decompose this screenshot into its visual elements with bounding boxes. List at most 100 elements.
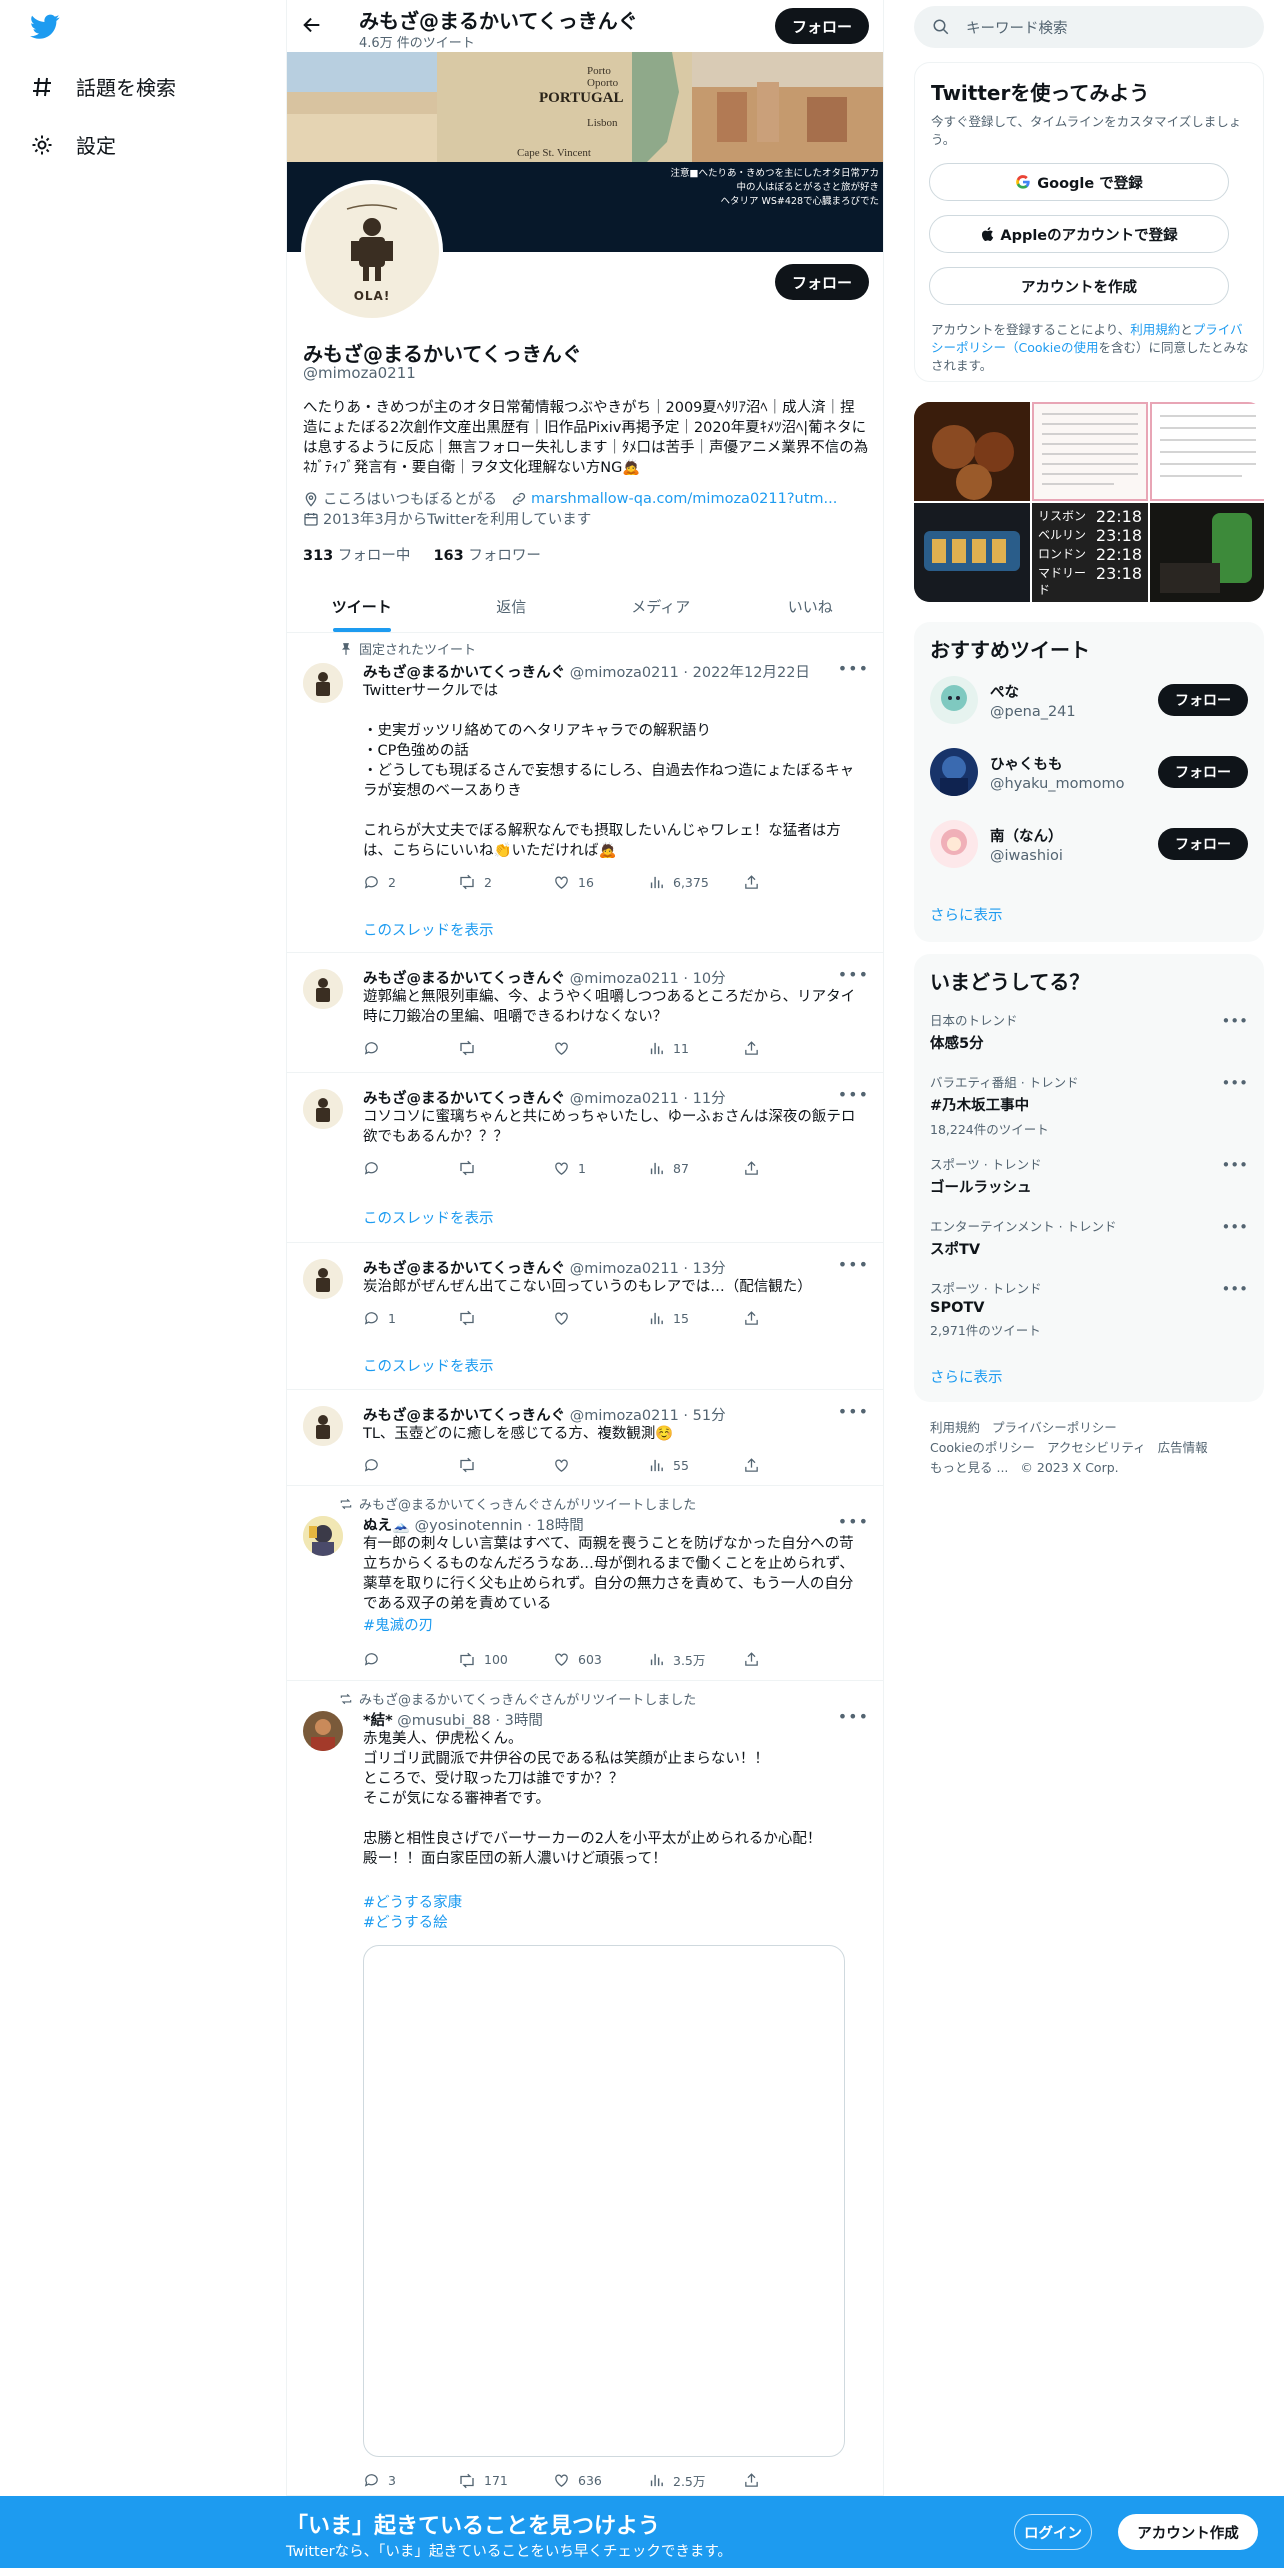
- nav-explore[interactable]: 話題を検索: [30, 72, 176, 101]
- tweet-media[interactable]: [363, 1945, 845, 2457]
- avatar[interactable]: [303, 969, 343, 1009]
- tweet[interactable]: みもざ@まるかいてくっきんぐ @mimoza0211 · 13分 ••• 炭治郎…: [287, 1243, 883, 1390]
- share-button[interactable]: [743, 1039, 760, 1057]
- rt-button[interactable]: [458, 1309, 553, 1327]
- terms-link[interactable]: 利用規約: [1130, 322, 1180, 337]
- more-icon[interactable]: •••: [1221, 1156, 1248, 1174]
- share-button[interactable]: [743, 1456, 760, 1474]
- views-button[interactable]: 87: [648, 1159, 743, 1177]
- tab-replies[interactable]: 返信: [437, 580, 587, 632]
- like-button[interactable]: [553, 1039, 648, 1057]
- media-thumb[interactable]: [914, 402, 1030, 501]
- create-account-button[interactable]: アカウントを作成: [929, 267, 1229, 305]
- show-thread-link[interactable]: このスレッドを表示: [363, 1207, 494, 1228]
- google-signup-button[interactable]: Google で登録: [929, 163, 1229, 201]
- hashtag-link[interactable]: #どうする絵: [363, 1913, 863, 1933]
- tab-likes[interactable]: いいね: [736, 580, 884, 632]
- footer-link[interactable]: プライバシーポリシー: [992, 1420, 1117, 1435]
- tweet[interactable]: みもざ@まるかいてくっきんぐさんがリツイートしました *結* @musubi_8…: [287, 1681, 883, 2496]
- wtf-show-more[interactable]: さらに表示: [930, 904, 1003, 925]
- views-button[interactable]: 6,375: [648, 873, 743, 891]
- trend-item[interactable]: スポーツ · トレンド ゴールラッシュ •••: [930, 1154, 1248, 1197]
- like-button[interactable]: [553, 1456, 648, 1474]
- follow-button[interactable]: フォロー: [1158, 828, 1248, 860]
- like-button[interactable]: 1: [553, 1159, 648, 1177]
- header-follow-button[interactable]: フォロー: [775, 8, 869, 44]
- wtf-user[interactable]: ひゃくもも @hyaku_momomo フォロー: [930, 742, 1248, 802]
- avatar[interactable]: [303, 1259, 343, 1299]
- like-button[interactable]: 16: [553, 873, 648, 891]
- reply-button[interactable]: [363, 1650, 458, 1669]
- reply-button[interactable]: 1: [363, 1309, 458, 1327]
- rt-button[interactable]: [458, 1456, 553, 1474]
- tweet[interactable]: みもざ@まるかいてくっきんぐ @mimoza0211 · 10分 ••• 遊郭編…: [287, 953, 883, 1073]
- reply-button[interactable]: 3: [363, 2471, 458, 2490]
- rt-button[interactable]: 2: [458, 873, 553, 891]
- media-thumb[interactable]: [914, 503, 1030, 602]
- signup-button[interactable]: アカウント作成: [1118, 2514, 1258, 2550]
- follow-button[interactable]: フォロー: [1158, 756, 1248, 788]
- trend-item[interactable]: 日本のトレンド 体感5分 •••: [930, 1010, 1248, 1053]
- footer-link[interactable]: 広告情報: [1158, 1440, 1208, 1455]
- media-thumb[interactable]: [1150, 503, 1264, 602]
- footer-link[interactable]: Cookieのポリシー: [930, 1440, 1035, 1455]
- profile-url-link[interactable]: marshmallow-qa.com/mimoza0211?utm...: [531, 491, 837, 507]
- views-button[interactable]: 3.5万: [648, 1650, 743, 1669]
- tweet[interactable]: みもざ@まるかいてくっきんぐさんがリツイートしました ぬえ🗻 @yosinote…: [287, 1486, 883, 1681]
- tweet[interactable]: みもざ@まるかいてくっきんぐ @mimoza0211 · 51分 ••• TL、…: [287, 1390, 883, 1486]
- avatar[interactable]: [303, 663, 343, 703]
- media-thumb[interactable]: [1032, 402, 1148, 501]
- share-button[interactable]: [743, 1159, 760, 1177]
- reply-button[interactable]: [363, 1159, 458, 1177]
- nav-settings[interactable]: 設定: [30, 130, 116, 159]
- views-button[interactable]: 15: [648, 1309, 743, 1327]
- profile-avatar[interactable]: OLA!: [301, 180, 443, 322]
- more-icon[interactable]: •••: [1221, 1074, 1248, 1092]
- more-icon[interactable]: •••: [838, 965, 869, 984]
- footer-link[interactable]: アクセシビリティ: [1047, 1440, 1146, 1455]
- reply-button[interactable]: [363, 1039, 458, 1057]
- avatar[interactable]: [930, 820, 978, 868]
- like-button[interactable]: 603: [553, 1650, 648, 1669]
- reply-button[interactable]: [363, 1456, 458, 1474]
- tweet[interactable]: 固定されたツイート みもざ@まるかいてくっきんぐ @mimoza0211 · 2…: [287, 633, 883, 953]
- cookie-link[interactable]: （Cookieの使用: [1006, 340, 1098, 355]
- rt-button[interactable]: [458, 1039, 553, 1057]
- avatar[interactable]: [303, 1711, 343, 1751]
- avatar[interactable]: [303, 1516, 343, 1556]
- avatar[interactable]: [930, 676, 978, 724]
- footer-link[interactable]: もっと見る ...: [930, 1460, 1008, 1475]
- show-thread-link[interactable]: このスレッドを表示: [363, 919, 494, 940]
- search-input[interactable]: キーワード検索: [966, 17, 1068, 38]
- media-thumb[interactable]: [1150, 402, 1264, 501]
- rt-button[interactable]: [458, 1159, 553, 1177]
- world-clock-thumb[interactable]: リスボン 22:18 ベルリン 23:18 ロンドン 22:18 マドリード 23:18: [1032, 503, 1148, 602]
- avatar[interactable]: [303, 1406, 343, 1446]
- trend-item[interactable]: スポーツ · トレンド SPOTV 2,971件のツイート •••: [930, 1278, 1248, 1339]
- apple-signup-button[interactable]: Appleのアカウントで登録: [929, 215, 1229, 253]
- more-icon[interactable]: •••: [838, 659, 869, 678]
- more-icon[interactable]: •••: [838, 1085, 869, 1104]
- more-icon[interactable]: •••: [1221, 1218, 1248, 1236]
- like-button[interactable]: [553, 1309, 648, 1327]
- rt-button[interactable]: 100: [458, 1650, 553, 1669]
- trend-item[interactable]: エンターテインメント · トレンド スポTV •••: [930, 1216, 1248, 1259]
- profile-follow-button[interactable]: フォロー: [775, 264, 869, 300]
- more-icon[interactable]: •••: [838, 1707, 869, 1726]
- trends-show-more[interactable]: さらに表示: [930, 1366, 1003, 1387]
- share-button[interactable]: [743, 2471, 760, 2490]
- back-arrow-icon[interactable]: [301, 14, 323, 36]
- hashtag-link[interactable]: #どうする家康: [363, 1893, 863, 1913]
- reply-button[interactable]: 2: [363, 873, 458, 891]
- tab-media[interactable]: メディア: [586, 580, 736, 632]
- more-icon[interactable]: •••: [838, 1255, 869, 1274]
- views-button[interactable]: 2.5万: [648, 2471, 743, 2490]
- share-button[interactable]: [743, 1309, 760, 1327]
- trend-item[interactable]: バラエティ番組 · トレンド #乃木坂工事中 18,224件のツイート •••: [930, 1072, 1248, 1138]
- tweet[interactable]: みもざ@まるかいてくっきんぐ @mimoza0211 · 11分 ••• コソコ…: [287, 1073, 883, 1243]
- rt-button[interactable]: 171: [458, 2471, 553, 2490]
- followers-link[interactable]: 163 フォロワー: [433, 548, 540, 564]
- views-button[interactable]: 55: [648, 1456, 743, 1474]
- avatar[interactable]: [303, 1089, 343, 1129]
- more-icon[interactable]: •••: [1221, 1012, 1248, 1030]
